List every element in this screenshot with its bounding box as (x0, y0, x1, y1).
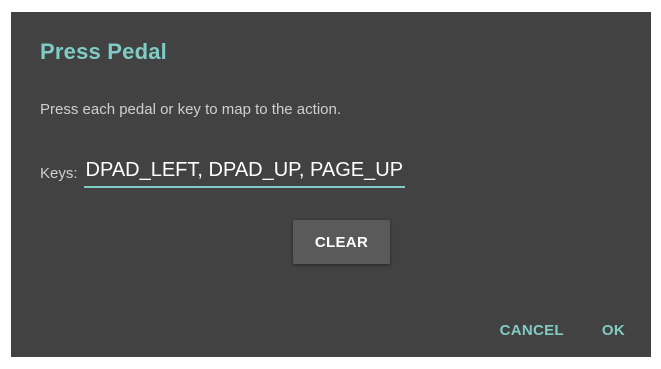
press-pedal-dialog: Press Pedal Press each pedal or key to m… (11, 12, 651, 357)
clear-button[interactable]: CLEAR (293, 220, 390, 264)
cancel-button[interactable]: CANCEL (494, 314, 570, 347)
keys-row: Keys: DPAD_LEFT, DPAD_UP, PAGE_UP (40, 158, 406, 188)
dialog-title: Press Pedal (40, 39, 167, 64)
dialog-actions: CANCEL OK (494, 314, 631, 347)
ok-button[interactable]: OK (596, 314, 631, 347)
dialog-message: Press each pedal or key to map to the ac… (40, 101, 342, 118)
keys-field[interactable]: DPAD_LEFT, DPAD_UP, PAGE_UP (83, 159, 406, 188)
keys-label: Keys: (40, 165, 78, 182)
